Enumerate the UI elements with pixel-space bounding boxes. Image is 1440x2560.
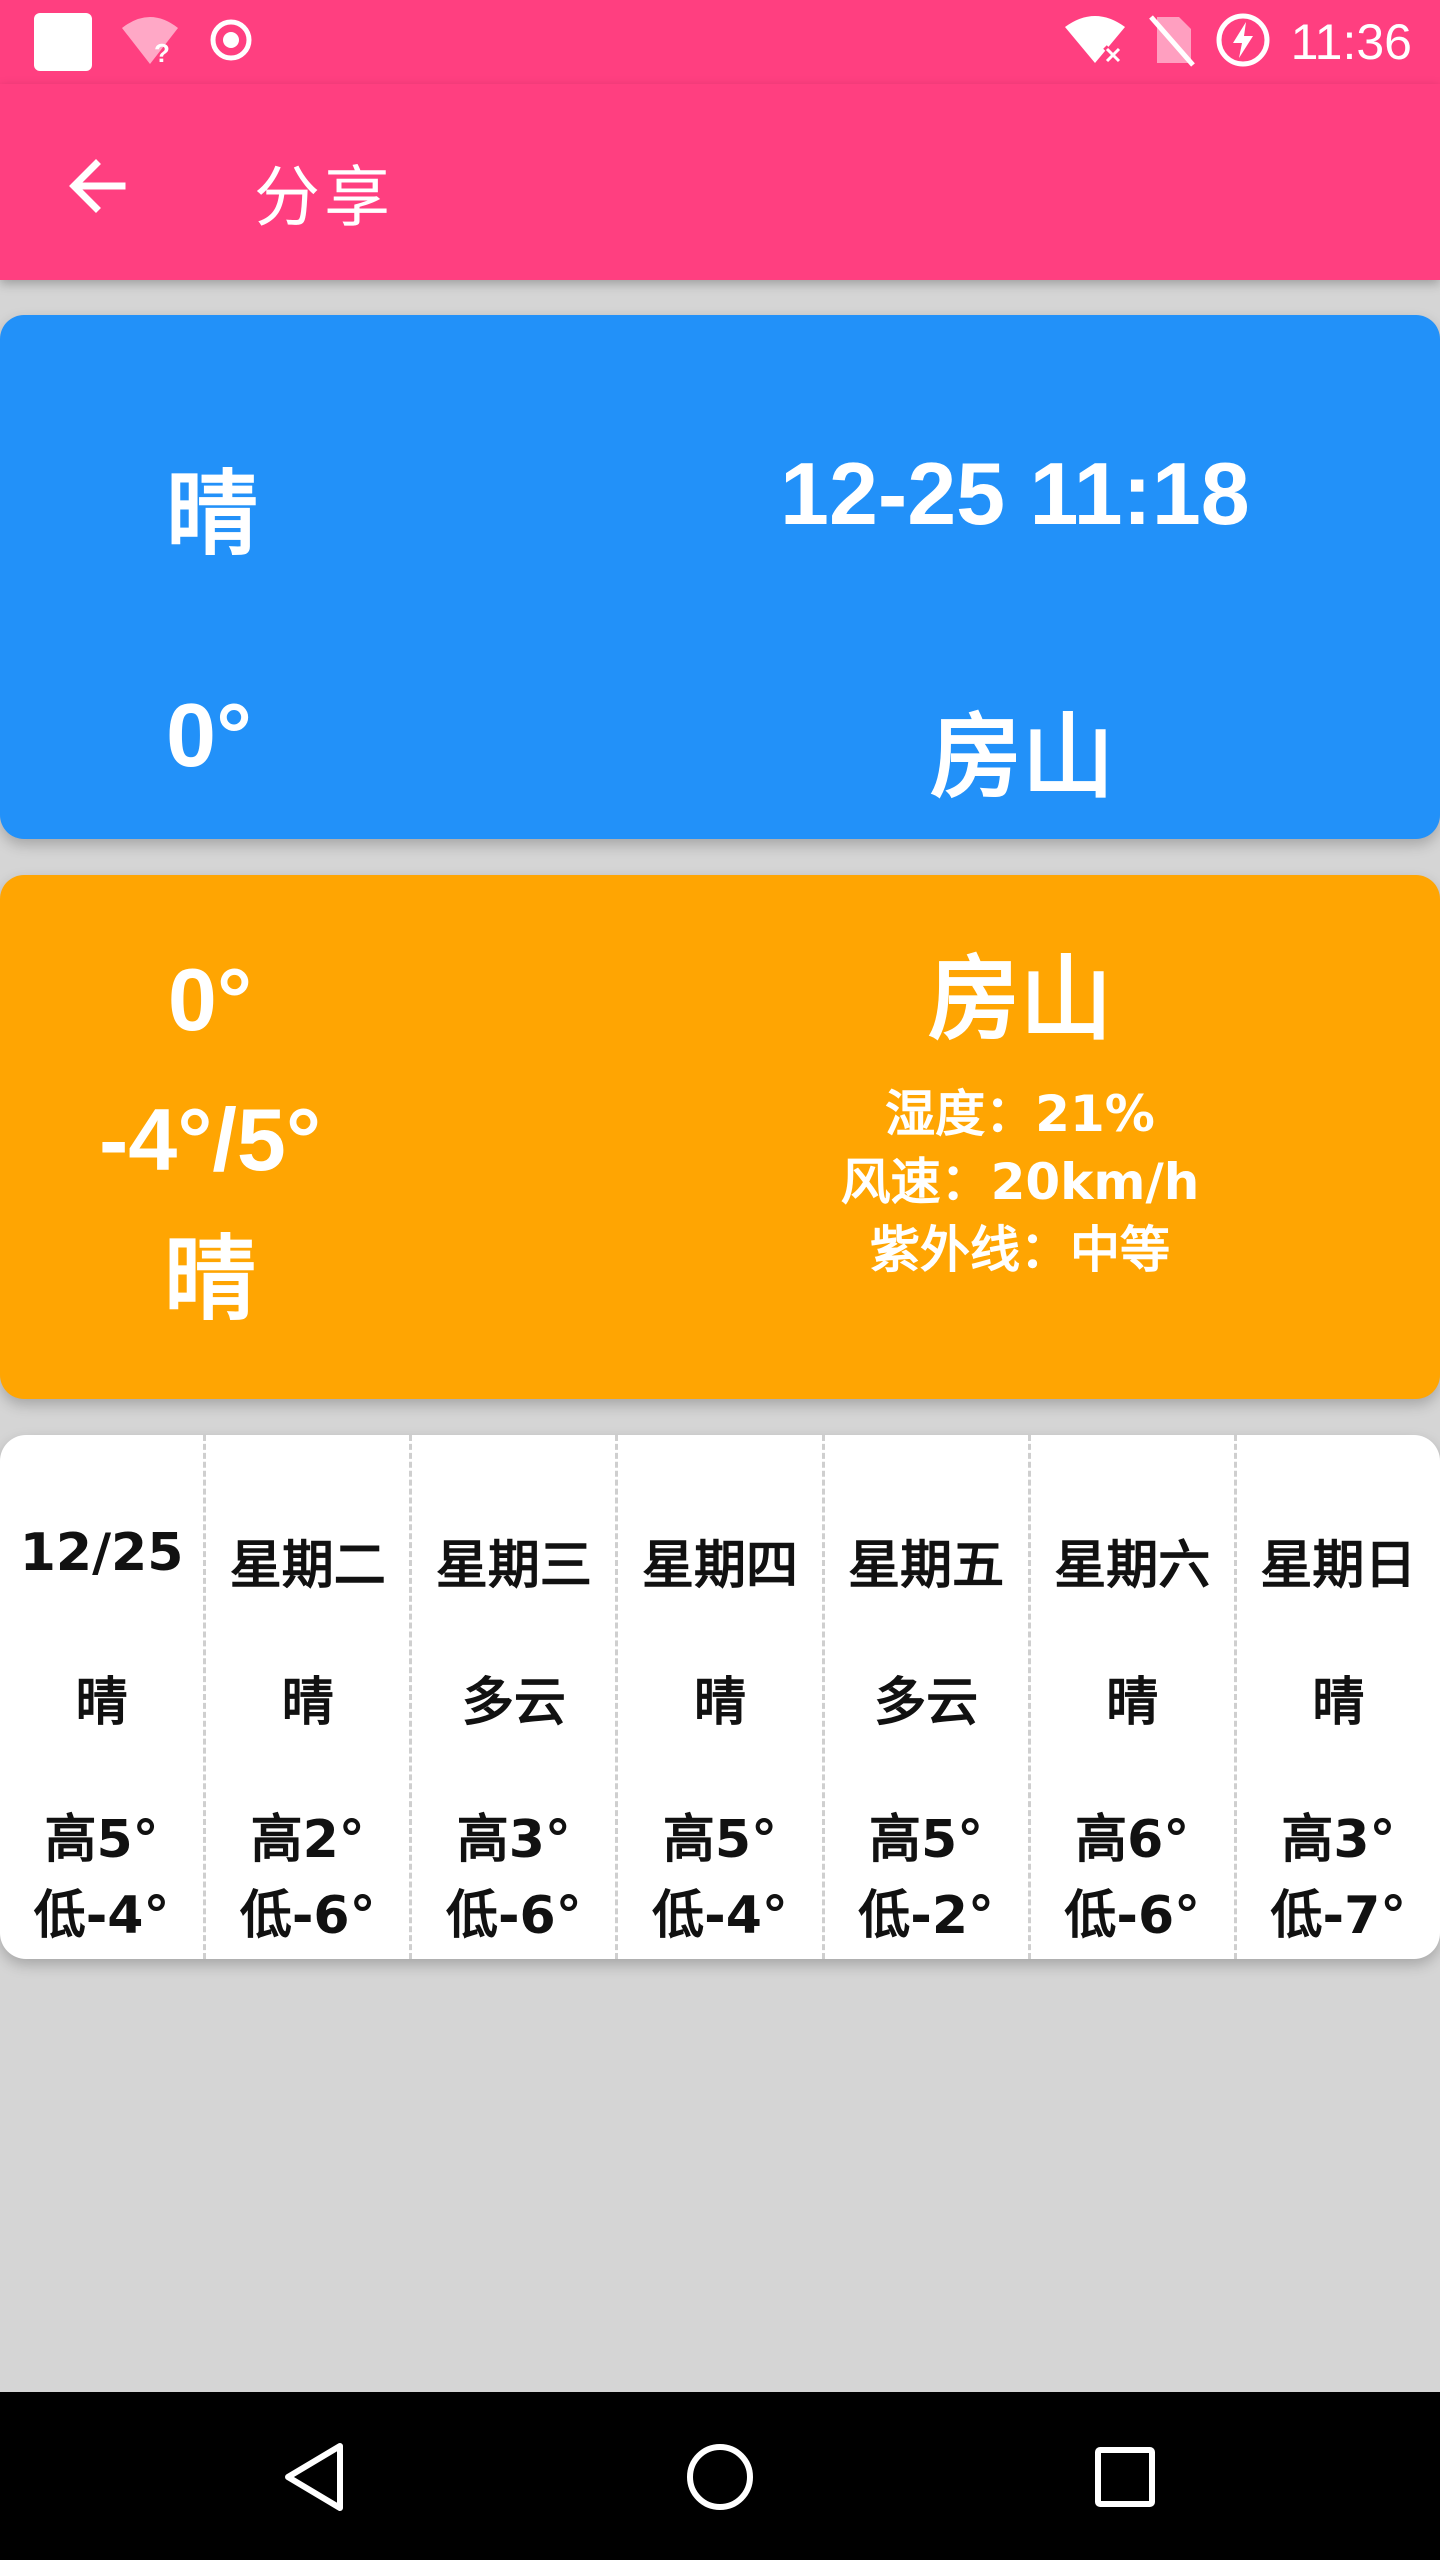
- nav-home-icon: [687, 2444, 753, 2510]
- forecast-low: 低-6°: [1064, 1886, 1201, 1946]
- forecast-weather: 多云: [461, 1673, 566, 1733]
- nav-recents-icon: [1095, 2447, 1155, 2507]
- forecast-day-column: 星期日 晴 高3° 低-7°: [1237, 1435, 1440, 1959]
- nav-back-button[interactable]: [270, 2432, 360, 2522]
- forecast-weather: 晴: [693, 1673, 746, 1733]
- forecast-day-label: 星期四: [641, 1536, 798, 1596]
- forecast-weather: 晴: [75, 1673, 128, 1733]
- status-bar: ? 11:36: [0, 0, 1440, 84]
- forecast-weather: 多云: [874, 1673, 979, 1733]
- forecast-day-column: 星期五 多云 高5° 低-2°: [825, 1435, 1031, 1959]
- detail-humidity: 湿度：21%: [885, 1085, 1155, 1143]
- status-time: 11:36: [1290, 14, 1412, 70]
- app-bar: 分享: [0, 84, 1440, 280]
- forecast-low: 低-4°: [33, 1886, 170, 1946]
- forecast-high: 高5°: [869, 1810, 984, 1870]
- forecast-low: 低-6°: [445, 1886, 582, 1946]
- nav-recents-button[interactable]: [1080, 2432, 1170, 2522]
- forecast-day-column: 星期三 多云 高3° 低-6°: [412, 1435, 619, 1959]
- forecast-low: 低-4°: [652, 1886, 788, 1946]
- detail-temperature-range: -4°/5°: [98, 1090, 322, 1189]
- arrow-left-icon: [69, 159, 126, 213]
- forecast-weather: 晴: [281, 1673, 334, 1733]
- wifi-unknown-icon: ?: [120, 14, 180, 70]
- detail-weather-card: 0° -4°/5° 晴 房山 湿度：21% 风速：20km/h 紫外线：中等: [0, 875, 1440, 1399]
- forecast-day-label: 星期二: [229, 1536, 386, 1596]
- forecast-day-column: 星期四 晴 高5° 低-4°: [618, 1435, 825, 1959]
- current-temperature: 0°: [166, 686, 253, 786]
- back-button[interactable]: [50, 138, 146, 234]
- detail-city: 房山: [927, 946, 1112, 1053]
- forecast-day-column: 星期六 晴 高6° 低-6°: [1031, 1435, 1237, 1959]
- nav-home-button[interactable]: [675, 2432, 765, 2522]
- forecast-day-column: 12/25 晴 高5° 低-4°: [0, 1435, 207, 1959]
- detail-temperature: 0°: [167, 950, 253, 1049]
- navigation-bar: [0, 2392, 1440, 2560]
- forecast-high: 高3°: [1281, 1810, 1396, 1870]
- forecast-weather: 晴: [1312, 1673, 1365, 1733]
- forecast-day-column: 星期二 晴 高2° 低-6°: [206, 1435, 413, 1959]
- forecast-day-label: 星期三: [435, 1536, 592, 1596]
- detail-uv-index: 紫外线：中等: [870, 1221, 1170, 1279]
- record-icon: [208, 17, 254, 67]
- forecast-day-label: 星期五: [848, 1536, 1005, 1596]
- battery-charging-icon: [1215, 12, 1271, 72]
- detail-stats: 湿度：21% 风速：20km/h 紫外线：中等: [620, 1080, 1420, 1284]
- detail-weather-condition: 晴: [163, 1226, 256, 1333]
- status-bar-left: ?: [34, 12, 254, 72]
- forecast-card: 12/25 晴 高5° 低-4° 星期二 晴 高2° 低-6° 星期三 多云 高…: [0, 1435, 1440, 1959]
- forecast-day-label: 星期六: [1054, 1536, 1211, 1596]
- detail-right-column: 房山 湿度：21% 风速：20km/h 紫外线：中等: [720, 930, 1320, 1284]
- detail-left-column: 0° -4°/5° 晴: [0, 930, 420, 1350]
- status-bar-right: 11:36: [1063, 12, 1412, 72]
- forecast-high: 高3°: [456, 1810, 571, 1870]
- forecast-low: 低-7°: [1270, 1886, 1407, 1946]
- current-weather-condition: 晴: [166, 461, 259, 568]
- current-datetime: 12-25 11:18: [780, 444, 1250, 543]
- forecast-high: 高5°: [44, 1810, 159, 1870]
- screen: ? 11:36 分享 晴 12-25 11:18 0° 房山 0° -4°/5°…: [0, 0, 1440, 2560]
- current-city: 房山: [930, 704, 1115, 811]
- detail-wind-speed: 风速：20km/h: [840, 1153, 1200, 1211]
- current-weather-card: 晴 12-25 11:18 0° 房山: [0, 315, 1440, 839]
- forecast-high: 高2°: [250, 1810, 365, 1870]
- forecast-day-label: 12/25: [19, 1523, 184, 1583]
- svg-text:?: ?: [154, 38, 170, 66]
- notification-square-icon: [34, 13, 92, 71]
- forecast-low: 低-6°: [239, 1886, 376, 1946]
- page-title: 分享: [254, 159, 394, 236]
- forecast-day-label: 星期日: [1260, 1536, 1417, 1596]
- wifi-off-icon: [1063, 13, 1127, 71]
- nav-back-icon: [285, 2443, 343, 2511]
- forecast-weather: 晴: [1106, 1673, 1159, 1733]
- forecast-high: 高6°: [1075, 1810, 1190, 1870]
- forecast-low: 低-2°: [858, 1886, 995, 1946]
- forecast-high: 高5°: [662, 1810, 778, 1870]
- no-sim-icon: [1147, 13, 1195, 71]
